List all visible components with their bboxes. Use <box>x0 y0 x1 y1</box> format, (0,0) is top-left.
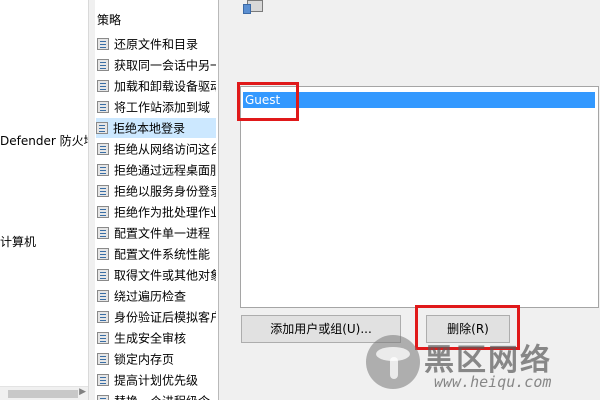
policy-icon <box>243 0 267 14</box>
policy-icon <box>96 121 108 134</box>
tree-pane: Defender 防火墙 计算机 ▶ <box>0 0 88 400</box>
policy-label: 替换一个进程级令 <box>114 395 210 400</box>
tree-horizontal-scrollbar[interactable]: ▶ <box>0 386 88 400</box>
policy-icon <box>97 268 109 281</box>
policy-icon <box>97 58 109 71</box>
policy-label: 拒绝作为批处理作业 <box>114 205 216 220</box>
policy-row[interactable]: 获取同一会话中另一 <box>97 55 216 75</box>
policy-label: 加载和卸载设备驱动 <box>114 79 216 94</box>
policy-row[interactable]: 将工作站添加到域 <box>97 97 210 117</box>
policy-row[interactable]: 锁定内存页 <box>97 349 174 369</box>
policy-label: 提高计划优先级 <box>114 373 199 388</box>
policy-label: 拒绝从网络访问这台 <box>114 142 216 157</box>
policy-row[interactable]: 身份验证后模拟客户 <box>97 307 216 327</box>
policy-icon <box>97 205 109 218</box>
policy-icon <box>97 373 109 386</box>
policy-icon <box>97 37 109 50</box>
policy-label: 拒绝通过远程桌面服 <box>114 163 216 178</box>
policy-row[interactable]: 拒绝作为批处理作业 <box>97 202 216 222</box>
scrollbar-thumb[interactable] <box>8 390 78 398</box>
policy-label: 配置文件单一进程 <box>114 226 211 241</box>
policy-icon <box>97 310 109 323</box>
policy-row[interactable]: 取得文件或其他对象 <box>97 265 216 285</box>
policy-row[interactable]: 拒绝从网络访问这台 <box>97 139 216 159</box>
policy-column-header[interactable]: 策略 <box>95 10 121 30</box>
policy-row[interactable]: 配置文件系统性能 <box>97 244 210 264</box>
policy-icon <box>97 142 109 155</box>
policy-icon <box>97 226 109 239</box>
policy-label: 拒绝以服务身份登录 <box>114 184 216 199</box>
site-watermark: 黑区网络 www.heiqu.com <box>360 333 600 400</box>
policy-row[interactable]: 还原文件和目录 <box>97 34 198 54</box>
annotation-highlight-guest <box>237 82 299 121</box>
policy-list-pane: 策略 还原文件和目录获取同一会话中另一 加载和卸载设备驱动 将工作站添加到域 拒绝本地… <box>95 0 216 400</box>
watermark-logo-icon <box>366 335 420 389</box>
policy-label: 拒绝本地登录 <box>113 121 186 136</box>
policy-row[interactable]: 提高计划优先级 <box>97 370 198 390</box>
policy-label: 将工作站添加到域 <box>114 100 211 115</box>
policy-row[interactable]: 替换一个进程级令 <box>97 391 210 400</box>
policy-label: 绕过遍历检查 <box>114 289 187 304</box>
policy-row[interactable]: 拒绝通过远程桌面服 <box>97 160 216 180</box>
policy-icon <box>97 352 109 365</box>
policy-icon <box>97 184 109 197</box>
policy-label: 取得文件或其他对象 <box>114 268 216 283</box>
policy-row[interactable]: 加载和卸载设备驱动 <box>97 76 216 96</box>
policy-icon <box>97 394 109 400</box>
scroll-right-icon[interactable]: ▶ <box>79 387 86 397</box>
policy-label: 锁定内存页 <box>114 352 175 367</box>
watermark-url: www.heiqu.com <box>434 373 552 391</box>
policy-icon <box>97 289 109 302</box>
policy-icon <box>97 79 109 92</box>
policy-row[interactable]: 生成安全审核 <box>97 328 186 348</box>
tree-item-defender-firewall[interactable]: Defender 防火墙 <box>0 132 88 149</box>
policy-label: 身份验证后模拟客户 <box>114 310 216 325</box>
policy-row[interactable]: 拒绝以服务身份登录 <box>97 181 216 201</box>
policy-label: 配置文件系统性能 <box>114 247 211 262</box>
policy-icon <box>97 163 109 176</box>
policy-row[interactable]: 拒绝本地登录 <box>96 118 216 138</box>
policy-icon <box>97 331 109 344</box>
policy-label: 还原文件和目录 <box>114 37 199 52</box>
tree-item-computer[interactable]: 计算机 <box>0 233 36 250</box>
policy-label: 获取同一会话中另一 <box>114 58 216 73</box>
policy-row[interactable]: 配置文件单一进程 <box>97 223 210 243</box>
policy-row[interactable]: 绕过遍历检查 <box>97 286 186 306</box>
policy-icon <box>97 100 109 113</box>
policy-label: 生成安全审核 <box>114 331 187 346</box>
policy-icon <box>97 247 109 260</box>
